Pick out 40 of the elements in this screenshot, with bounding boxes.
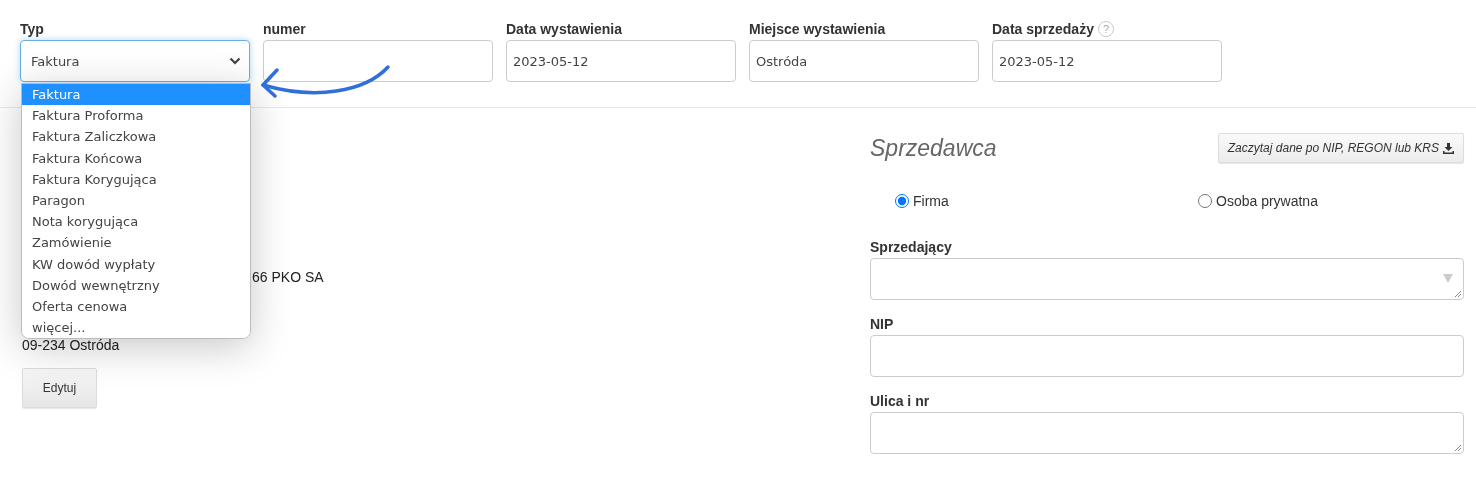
input-field[interactable]: 2023-05-12 <box>992 40 1222 82</box>
field-label: numer <box>263 20 306 37</box>
section-title: Sprzedawca <box>870 134 997 162</box>
radio-button[interactable] <box>895 194 909 208</box>
dropdown-option[interactable]: Faktura Proforma <box>22 105 250 127</box>
dropdown-option[interactable]: KW dowód wypłaty <box>22 253 250 275</box>
dropdown-option[interactable]: Oferta cenowa <box>22 295 250 318</box>
dropdown-option[interactable]: więcej... <box>22 317 250 339</box>
textarea-field[interactable] <box>870 412 1464 454</box>
radio-label: Osoba prywatna <box>1216 193 1318 209</box>
input-field[interactable] <box>263 40 493 82</box>
field-label: Sprzedający <box>870 238 952 255</box>
radio-label: Firma <box>913 193 949 209</box>
radio-button[interactable] <box>1198 194 1212 208</box>
input-field[interactable]: 2023-05-12 <box>506 40 736 82</box>
dropdown-option[interactable]: Faktura Korygująca <box>22 168 250 190</box>
field-label: NIP <box>870 315 894 332</box>
field-label: Ulica i nr <box>870 392 930 409</box>
input-field[interactable]: Ostróda <box>749 40 979 82</box>
triangle-down-icon <box>1443 274 1453 283</box>
dropdown-option[interactable]: Zamówienie <box>22 232 250 254</box>
type-select[interactable]: Faktura <box>20 40 250 82</box>
address-text: 09-234 Ostróda <box>22 337 120 353</box>
dropdown-option[interactable]: Dowód wewnętrzny <box>22 274 250 296</box>
bank-account-text: 66 PKO SA <box>252 269 324 285</box>
input-field[interactable] <box>870 335 1464 377</box>
edit-button[interactable]: Edytuj <box>22 368 97 408</box>
field-label: Data sprzedaży <box>992 20 1094 37</box>
download-icon <box>1443 142 1454 154</box>
field-label: Miejsce wystawienia <box>749 20 886 37</box>
field-label: Typ <box>20 20 44 37</box>
fetch-data-button[interactable]: Zaczytaj dane po NIP, REGON lub KRS <box>1217 133 1464 163</box>
dropdown-option[interactable]: Faktura Końcowa <box>22 147 250 169</box>
resize-grip-icon[interactable] <box>1452 442 1462 452</box>
dropdown-option[interactable]: Faktura Zaliczkowa <box>22 126 250 148</box>
dropdown-option[interactable]: Paragon <box>22 189 250 212</box>
chevron-down-icon <box>229 57 241 65</box>
dropdown-option[interactable]: Nota korygująca <box>22 211 250 233</box>
field-label: Data wystawienia <box>506 20 622 37</box>
resize-grip-icon[interactable] <box>1452 288 1462 298</box>
